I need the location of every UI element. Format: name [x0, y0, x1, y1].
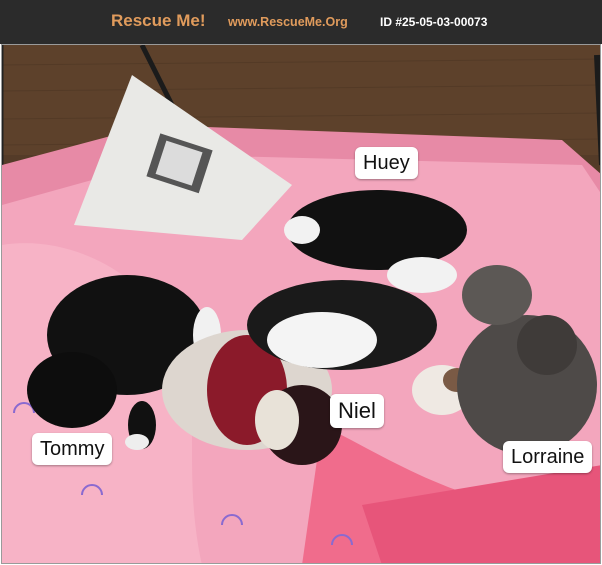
- name-label-huey: Huey: [355, 147, 418, 179]
- name-label-niel: Niel: [330, 394, 384, 428]
- pet-photo: Huey Tommy Niel Lorraine: [1, 44, 601, 564]
- name-label-tommy: Tommy: [32, 433, 113, 465]
- brand-logo[interactable]: Rescue Me!: [111, 11, 205, 31]
- pet-id: ID #25-05-03-00073: [380, 15, 488, 29]
- site-header: Rescue Me! www.RescueMe.Org ID #25-05-03…: [0, 0, 602, 44]
- site-url[interactable]: www.RescueMe.Org: [228, 15, 348, 29]
- kittens-photo-illustration: [2, 45, 600, 563]
- name-label-lorraine: Lorraine: [503, 441, 593, 473]
